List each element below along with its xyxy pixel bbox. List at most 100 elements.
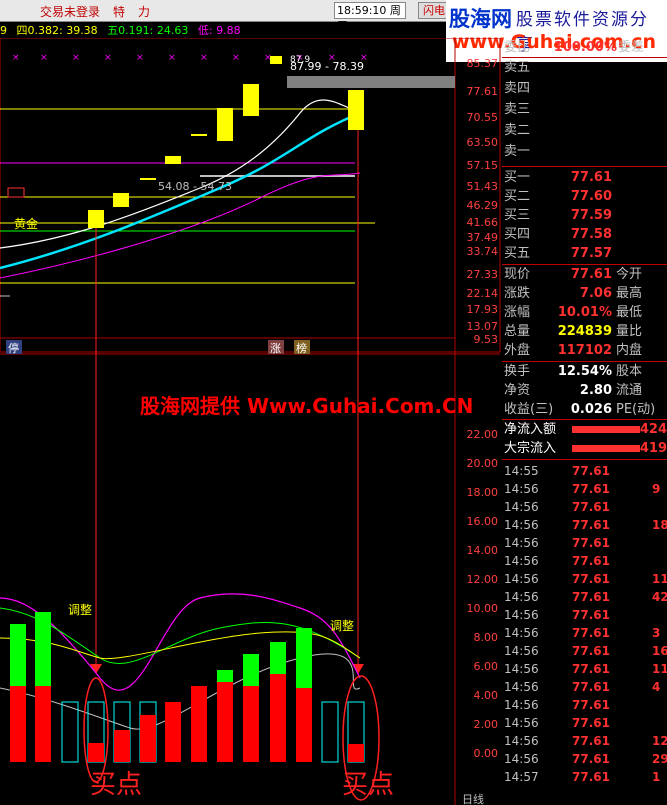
tick-row: 14:55 77.61: [502, 462, 667, 480]
menu-power[interactable]: 力: [138, 3, 150, 20]
sell-level-row[interactable]: 卖四: [502, 79, 667, 98]
sell-level-label: 卖四: [504, 81, 531, 96]
tick-volume: 11: [652, 572, 667, 586]
stat-label: 换手: [504, 364, 531, 379]
stat-value: 77.61: [570, 267, 612, 282]
tick-price: 77.61: [572, 590, 610, 604]
price-axis-label: 85.37: [467, 57, 499, 70]
price-axis-label: 46.29: [467, 199, 499, 212]
svg-text:×: ×: [232, 53, 240, 63]
tick-row: 14:56 77.61 11: [502, 570, 667, 588]
menu-special[interactable]: 特: [113, 3, 125, 20]
tick-price: 77.61: [572, 608, 610, 622]
indicator-value-low: 低: 9.88: [197, 24, 241, 37]
tick-price: 77.61: [572, 518, 610, 532]
price-axis-label: 63.50: [467, 136, 499, 149]
indicator-prefix: 9: [0, 24, 7, 37]
tick-price: 77.61: [572, 734, 610, 748]
stat-value: 10.01%: [557, 305, 612, 320]
stat-extra-label: 最低: [616, 305, 643, 320]
buy-level-row[interactable]: 买四 77.58: [502, 225, 667, 244]
buy-level-price: 77.59: [570, 208, 612, 223]
tick-price: 77.61: [572, 680, 610, 694]
indicator-value-5: 五0.191: 24.63: [107, 24, 189, 37]
buy-level-row[interactable]: 买三 77.59: [502, 206, 667, 225]
indicator-axis-label: 4.00: [474, 689, 499, 702]
indicator-values: 9 四0.382: 39.38 五0.191: 24.63 低: 9.88: [0, 22, 241, 38]
stat-label: 收益(三): [504, 402, 554, 417]
buy-level-label: 买四: [504, 227, 531, 242]
candle: [165, 156, 181, 164]
indicator-axis-label: 14.00: [467, 544, 499, 557]
stat-row: 净资 2.80 流通: [502, 381, 667, 400]
tick-price: 77.61: [572, 770, 610, 784]
indicator-value-4: 四0.382: 39.38: [16, 24, 98, 37]
buy-level-price: 77.60: [570, 189, 612, 204]
sell-level-row[interactable]: 卖一: [502, 142, 667, 161]
tick-row: 14:56 77.61 16: [502, 642, 667, 660]
limit-label-2: 榜: [296, 341, 307, 355]
flow-label: 大宗流入: [504, 441, 557, 456]
period-label[interactable]: 日线: [462, 792, 484, 805]
kline-chart[interactable]: × × × × × × × × × × × × 87.99 - 78.39 87.9 54.08 …: [0, 38, 502, 805]
order-ratio-row: 委比 100.00% 委差: [502, 38, 667, 57]
tick-time: 14:57: [504, 770, 539, 784]
watermark-name: 股海网: [449, 7, 512, 31]
price-axis-label: 77.61: [467, 85, 499, 98]
tick-price: 77.61: [572, 752, 610, 766]
order-ratio-label: 委比: [504, 40, 531, 55]
indicator-axis-label: 22.00: [467, 428, 499, 441]
tick-volume: 16: [652, 644, 667, 658]
candle: [191, 134, 207, 136]
price-axis-label: 51.43: [467, 180, 499, 193]
indicator-bar: [140, 715, 156, 762]
stat-row: 涨幅 10.01% 最低: [502, 303, 667, 322]
sell-level-row[interactable]: 卖二: [502, 121, 667, 140]
menu-trade-login[interactable]: 交易未登录: [40, 3, 100, 20]
svg-text:×: ×: [40, 53, 48, 63]
sell-level-label: 卖三: [504, 102, 531, 117]
svg-text:×: ×: [104, 53, 112, 63]
tick-time: 14:56: [504, 698, 539, 712]
sell-level-label: 卖五: [504, 60, 531, 75]
stat-value: 0.026: [570, 402, 612, 417]
stat-extra-label: 量比: [616, 324, 643, 339]
tick-row: 14:56 77.61: [502, 534, 667, 552]
indicator-bar: [191, 686, 207, 762]
indicator-bar: [321, 701, 339, 763]
tick-price: 77.61: [572, 536, 610, 550]
tick-time: 14:55: [504, 464, 539, 478]
stat-value: 7.06: [579, 286, 612, 301]
indicator-axis: 22.00 20.00 18.00 16.00 14.00 12.00 10.00 8.00 6…: [467, 428, 499, 760]
sell-level-row[interactable]: 卖五: [502, 58, 667, 77]
buy-level-row[interactable]: 买五 77.57: [502, 244, 667, 263]
candle: [88, 210, 104, 228]
indicator-bar: [296, 628, 312, 688]
tick-price: 77.61: [572, 644, 610, 658]
tick-price: 77.61: [572, 464, 610, 478]
tick-time: 14:56: [504, 536, 539, 550]
stat-extra-label: 最高: [616, 286, 643, 301]
sell-level-row[interactable]: 卖三: [502, 100, 667, 119]
sell-level-label: 卖一: [504, 144, 531, 159]
tick-volume: 3: [652, 626, 661, 640]
order-ratio-value: 100.00%: [553, 40, 617, 55]
stat-value: 224839: [557, 324, 612, 339]
tick-volume: 29: [652, 752, 667, 766]
tick-price: 77.61: [572, 482, 610, 496]
price-axis-label: 33.74: [467, 245, 499, 258]
buy-level-row[interactable]: 买二 77.60: [502, 187, 667, 206]
indicator-bar: [114, 730, 130, 762]
indicator-bar: [88, 743, 104, 762]
indicator-bar: [10, 624, 26, 686]
stat-row: 现价 77.61 今开: [502, 265, 667, 284]
stat-label: 现价: [504, 267, 531, 282]
tick-time: 14:56: [504, 644, 539, 658]
indicator-bar: [165, 702, 181, 762]
stat-row: 总量 224839 量比: [502, 322, 667, 341]
tick-volume: 9: [652, 482, 661, 496]
stat-extra-label: 今开: [616, 267, 643, 282]
buy-level-row[interactable]: 买一 77.61: [502, 168, 667, 187]
tick-price: 77.61: [572, 500, 610, 514]
candle: [243, 84, 259, 116]
